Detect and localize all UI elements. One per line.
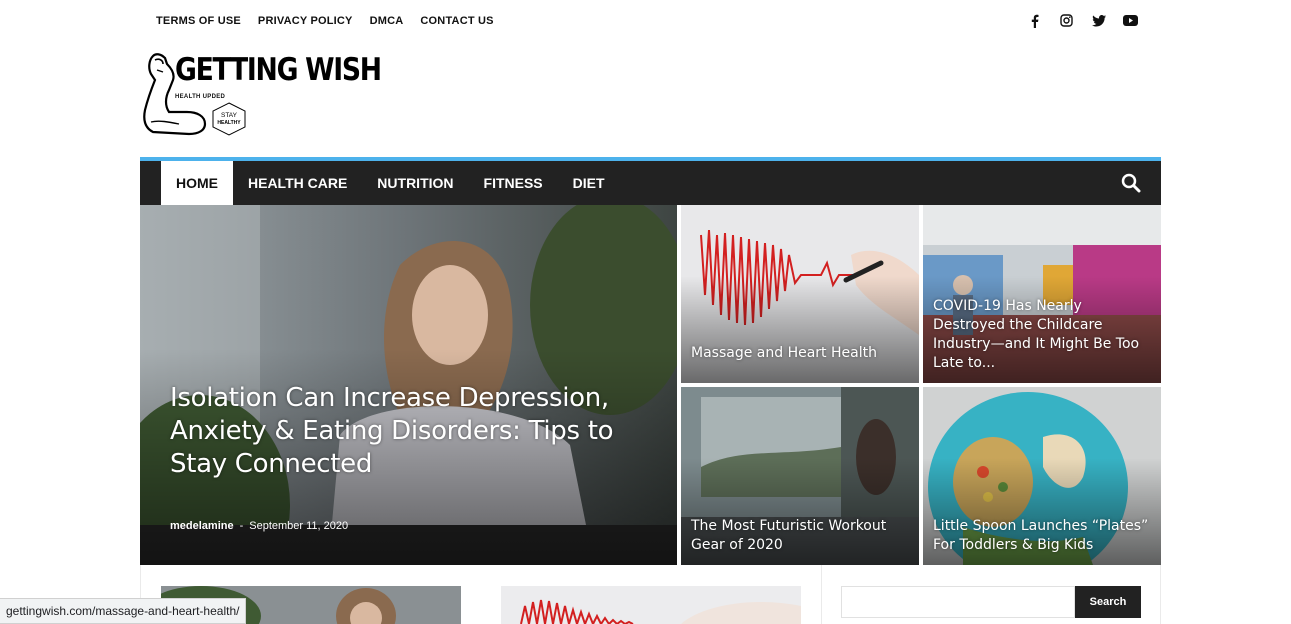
social-links <box>1027 13 1138 28</box>
logo-subtitle: HEALTH UPDED <box>175 94 226 100</box>
meta-separator: - <box>239 520 244 532</box>
nav-item-nutrition[interactable]: NUTRITION <box>362 161 468 205</box>
image-shade <box>681 276 919 383</box>
sidebar-search-button[interactable]: Search <box>1075 586 1141 618</box>
tile-title[interactable]: COVID-19 Has Nearly Destroyed the Childc… <box>933 297 1151 373</box>
post-author[interactable]: medelamine <box>170 520 234 532</box>
logo-badge-line1: STAY <box>221 112 238 119</box>
top-links: TERMS OF USE PRIVACY POLICY DMCA CONTACT… <box>156 15 494 27</box>
site-logo[interactable]: GETTING WISH HEALTH UPDED STAY HEALTHY <box>139 50 382 141</box>
search-icon[interactable] <box>1121 173 1141 193</box>
main-nav: HOME HEALTH CARE NUTRITION FITNESS DIET <box>140 161 1161 205</box>
post-date: September 11, 2020 <box>249 520 349 532</box>
post-thumbnail[interactable] <box>501 586 801 624</box>
terms-of-use-link[interactable]: TERMS OF USE <box>156 15 241 27</box>
tile-title[interactable]: Little Spoon Launches “Plates” For Toddl… <box>933 517 1151 555</box>
featured-tile-massage-heart[interactable]: Massage and Heart Health <box>681 205 919 383</box>
post-meta: medelamine - September 11, 2020 <box>170 520 348 532</box>
post-thumbnail-image <box>501 586 801 624</box>
logo-badge-line2: HEALTHY <box>217 120 241 126</box>
twitter-icon[interactable] <box>1091 13 1106 28</box>
privacy-policy-link[interactable]: PRIVACY POLICY <box>258 15 353 27</box>
browser-status-url: gettingwish.com/massage-and-heart-health… <box>0 598 247 624</box>
contact-us-link[interactable]: CONTACT US <box>420 15 493 27</box>
logo-title: GETTING WISH <box>175 52 382 88</box>
tile-title[interactable]: The Most Futuristic Workout Gear of 2020 <box>691 517 909 555</box>
facebook-icon[interactable] <box>1027 13 1042 28</box>
featured-main-title[interactable]: Isolation Can Increase Depression, Anxie… <box>170 382 637 481</box>
dmca-link[interactable]: DMCA <box>370 15 404 27</box>
nav-item-health-care[interactable]: HEALTH CARE <box>233 161 362 205</box>
stay-healthy-badge: STAY HEALTHY <box>211 102 247 141</box>
nav-item-home[interactable]: HOME <box>161 161 233 205</box>
featured-tile-workout-gear[interactable]: The Most Futuristic Workout Gear of 2020 <box>681 387 919 565</box>
featured-tile-covid-childcare[interactable]: COVID-19 Has Nearly Destroyed the Childc… <box>923 205 1161 383</box>
nav-item-fitness[interactable]: FITNESS <box>469 161 558 205</box>
featured-tile-little-spoon[interactable]: Little Spoon Launches “Plates” For Toddl… <box>923 387 1161 565</box>
sidebar-search-input[interactable] <box>841 586 1075 618</box>
nav-item-diet[interactable]: DIET <box>558 161 620 205</box>
youtube-icon[interactable] <box>1123 13 1138 28</box>
top-bar: TERMS OF USE PRIVACY POLICY DMCA CONTACT… <box>140 0 1161 44</box>
instagram-icon[interactable] <box>1059 13 1074 28</box>
featured-main-post[interactable]: Isolation Can Increase Depression, Anxie… <box>140 205 677 565</box>
tile-title[interactable]: Massage and Heart Health <box>691 344 909 363</box>
